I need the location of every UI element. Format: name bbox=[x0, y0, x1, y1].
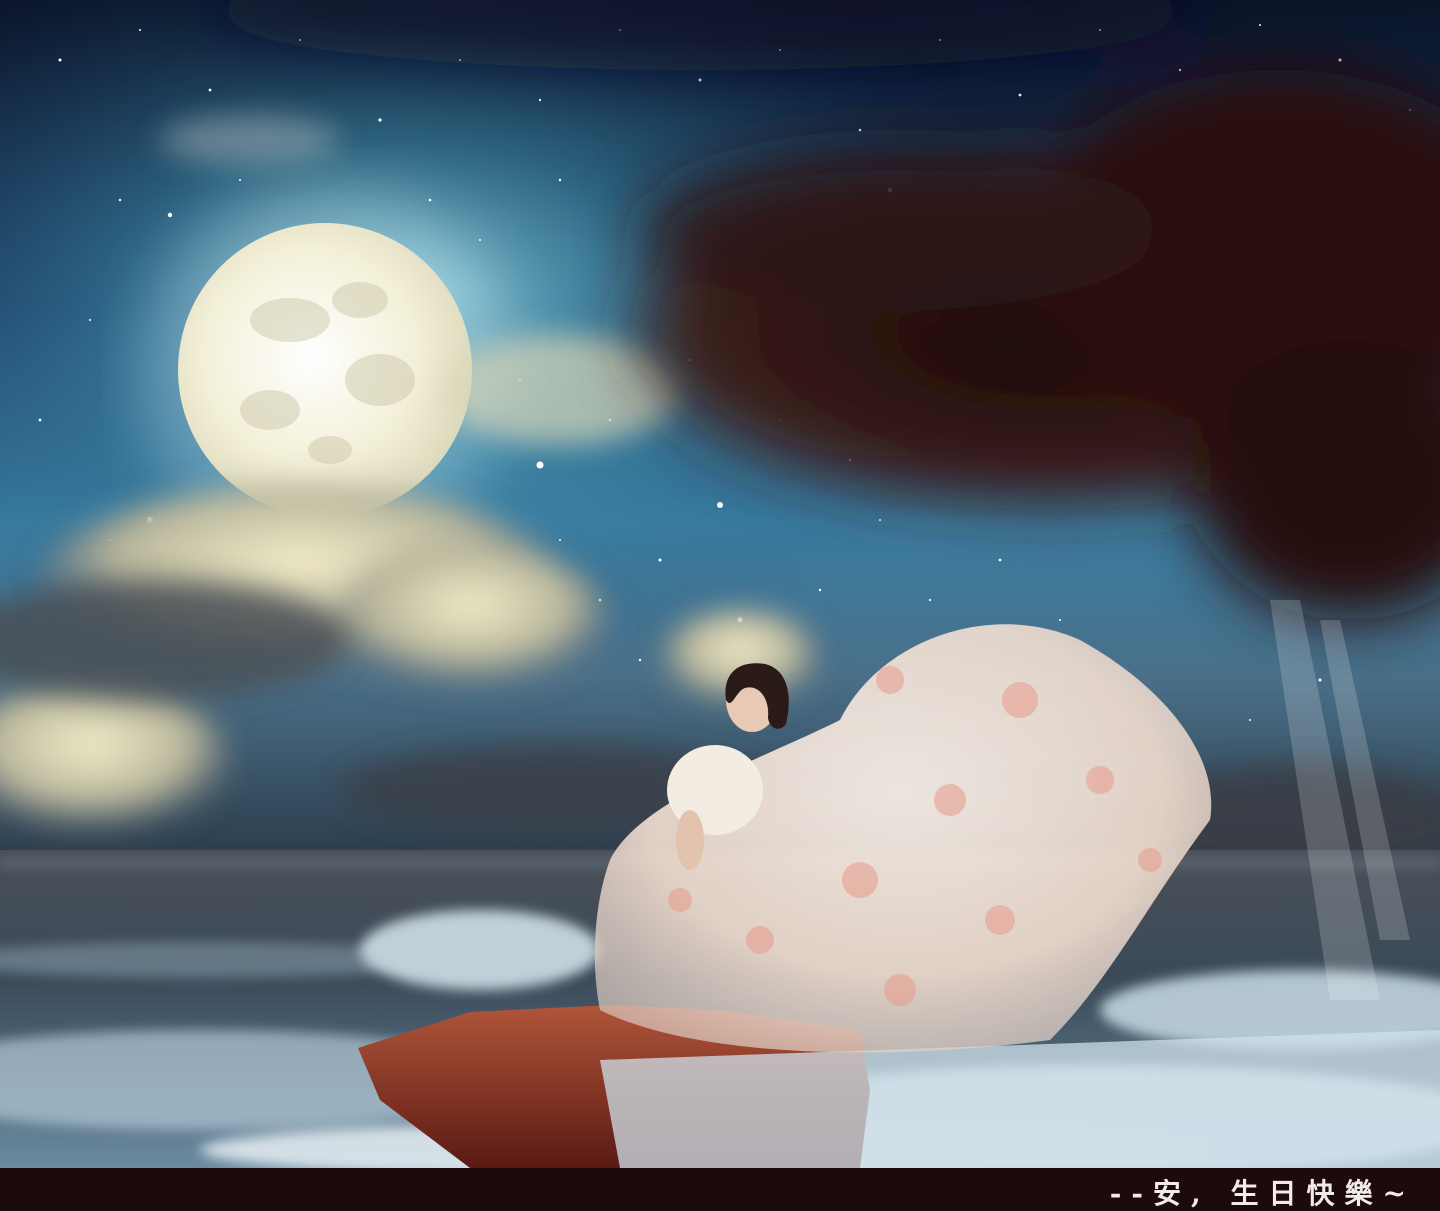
arm bbox=[676, 810, 704, 870]
artwork-scene: --安, 生日快樂~ bbox=[0, 0, 1440, 1211]
night-sea-artwork bbox=[0, 0, 1440, 1168]
caption-bar: --安, 生日快樂~ bbox=[0, 1168, 1440, 1211]
birthday-caption: --安, 生日快樂~ bbox=[1109, 1177, 1416, 1210]
full-moon bbox=[178, 223, 472, 517]
